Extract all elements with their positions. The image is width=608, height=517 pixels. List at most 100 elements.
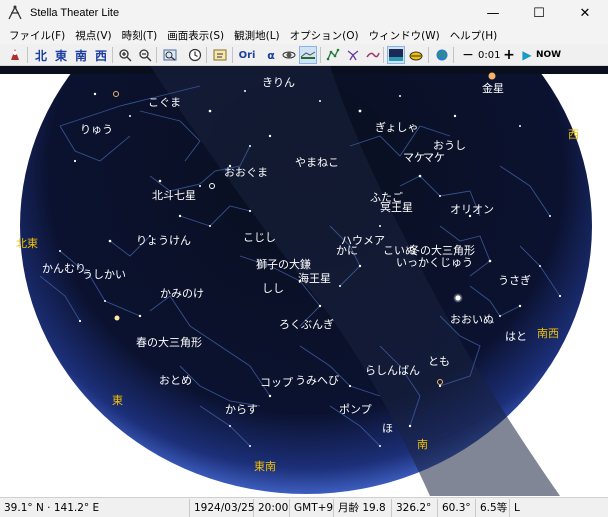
label-hato: はと: [505, 330, 527, 343]
ground-button[interactable]: [387, 46, 405, 64]
direction-west: 西: [568, 128, 579, 141]
earth-icon: [436, 49, 448, 61]
toolbar-separator: [320, 47, 321, 63]
label-make2: マケ: [423, 151, 445, 164]
zoom-out-icon: [139, 49, 152, 62]
direction-south: 南: [417, 438, 428, 451]
label-otome: おとめ: [159, 374, 192, 387]
status-fov: 60.3°: [438, 498, 476, 517]
constellation-lines-icon: [326, 48, 340, 61]
time-step-label[interactable]: 0:01: [478, 46, 500, 64]
time-back-button[interactable]: −: [459, 46, 477, 64]
label-usagi: うさぎ: [498, 273, 531, 287]
status-date: 1924/03/25: [190, 498, 255, 517]
label-tomo: とも: [428, 355, 450, 368]
close-button[interactable]: ✕: [562, 0, 608, 26]
venus-marker[interactable]: [488, 72, 496, 80]
sirius-core: [455, 295, 461, 301]
info-icon: [213, 49, 227, 61]
info-button[interactable]: [211, 46, 229, 64]
maximize-button[interactable]: ☐: [516, 0, 562, 26]
clock-button[interactable]: [186, 46, 204, 64]
label-kirin: きりん: [262, 76, 295, 89]
toolbar-separator: [206, 47, 207, 63]
status-location: 39.1° N · 141.2° E: [0, 498, 190, 517]
label-rashinban: らしんばん: [365, 364, 420, 377]
label-ho: ほ: [382, 422, 393, 435]
label-koguma: こぐま: [148, 96, 181, 109]
label-kinsei: 金星: [482, 81, 504, 95]
find-object-button[interactable]: [161, 46, 179, 64]
constellation-figures-button[interactable]: [344, 46, 362, 64]
toolbar-separator: [112, 47, 113, 63]
zoom-in-icon: [119, 49, 132, 62]
clock-icon: [188, 48, 202, 62]
constellation-names-button[interactable]: Ori: [238, 46, 256, 64]
status-extra: L: [514, 501, 520, 514]
menu-view[interactable]: 視点(V): [70, 28, 116, 43]
direction-west-button[interactable]: 西: [92, 46, 110, 64]
toolbar-separator: [232, 47, 233, 63]
label-yamaneko: やまねこ: [295, 156, 339, 169]
direction-south-button[interactable]: 南: [72, 46, 90, 64]
direction-north-button[interactable]: 北: [32, 46, 50, 64]
close-icon: ✕: [579, 5, 591, 21]
label-kaminoke: かみのけ: [160, 287, 204, 300]
direction-east: 東: [112, 394, 123, 407]
label-ooinu: おおいぬ: [450, 313, 494, 326]
now-button[interactable]: NOW: [536, 46, 561, 64]
earth-view-button[interactable]: [433, 46, 451, 64]
sky-map[interactable]: きりん こぐま りゅう ぎょしゃ おうし マケ マケ やまねこ おおぐま 北斗七…: [0, 66, 608, 496]
label-ikkakujuu: いっかくじゅう: [396, 256, 473, 269]
title-bar: Stella Theater Lite — ☐ ✕: [0, 0, 608, 26]
app-icon: [8, 5, 22, 20]
milky-way-icon: [366, 52, 380, 58]
menu-time[interactable]: 時刻(T): [117, 28, 163, 43]
label-meiousei: 冥王星: [380, 201, 413, 214]
label-gyosha: ぎょしゃ: [375, 120, 418, 134]
toolbar-separator: [428, 47, 429, 63]
label-kojishi: こじし: [243, 231, 276, 244]
menu-bar: ファイル(F) 視点(V) 時刻(T) 画面表示(S) 観測地(L) オプション…: [0, 26, 608, 44]
label-ryouken: りょうけん: [136, 234, 191, 247]
label-orion: オリオン: [450, 203, 494, 216]
play-button[interactable]: ▶: [518, 46, 536, 64]
label-kani: かに: [336, 244, 358, 257]
observer-button[interactable]: [6, 46, 24, 64]
milky-way-button[interactable]: [364, 46, 382, 64]
star-names-button[interactable]: α: [262, 46, 280, 64]
zoom-in-button[interactable]: [116, 46, 134, 64]
horizon-button[interactable]: [299, 46, 317, 64]
menu-location[interactable]: 観測地(L): [229, 28, 285, 43]
planet-lines-button[interactable]: [280, 46, 298, 64]
menu-window[interactable]: ウィンドウ(W): [364, 28, 445, 43]
menu-options[interactable]: オプション(O): [285, 28, 364, 43]
toolbar-separator: [27, 47, 28, 63]
constellation-lines-button[interactable]: [324, 46, 342, 64]
direction-southwest: 南西: [537, 327, 559, 340]
find-icon: [163, 49, 177, 61]
zoom-out-button[interactable]: [136, 46, 154, 64]
sky-view[interactable]: きりん こぐま りゅう ぎょしゃ おうし マケ マケ やまねこ おおぐま 北斗七…: [0, 66, 608, 496]
status-time: 20:00: [254, 498, 290, 517]
label-spring-triangle: 春の大三角形: [136, 335, 202, 349]
status-timezone: GMT+9: [290, 498, 334, 517]
telescope-button[interactable]: [407, 46, 425, 64]
label-hokuto: 北斗七星: [152, 189, 196, 202]
direction-east-button[interactable]: 東: [52, 46, 70, 64]
arcturus-star[interactable]: [114, 315, 120, 321]
label-winter-triangle: 冬の大三角形: [409, 243, 475, 257]
label-rokubungi: ろくぶんぎ: [279, 317, 334, 331]
direction-southeast: 東南: [254, 460, 276, 473]
horizon-icon: [300, 51, 316, 59]
status-azimuth: 326.2°: [392, 498, 438, 517]
menu-help[interactable]: ヘルプ(H): [445, 28, 503, 43]
toolbar-separator: [383, 47, 384, 63]
label-kanmuri: かんむり: [42, 262, 86, 275]
menu-display[interactable]: 画面表示(S): [162, 28, 229, 43]
menu-file[interactable]: ファイル(F): [4, 28, 70, 43]
time-forward-button[interactable]: +: [500, 46, 518, 64]
minimize-button[interactable]: —: [470, 0, 516, 26]
window-title: Stella Theater Lite: [30, 7, 120, 19]
label-ponpu: ポンプ: [339, 403, 372, 416]
